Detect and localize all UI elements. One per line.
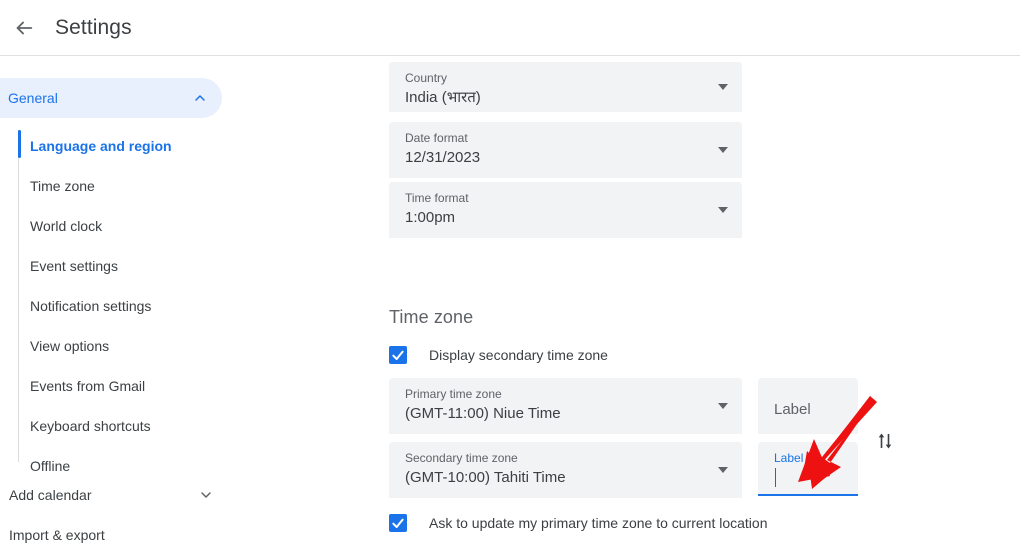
secondary-time-zone-label-input[interactable]: Label <box>758 442 858 496</box>
ask-update-time-zone-label: Ask to update my primary time zone to cu… <box>429 515 768 531</box>
primary-label-placeholder: Label <box>774 401 811 418</box>
chevron-down-icon[interactable] <box>196 485 216 505</box>
back-button[interactable] <box>0 4 48 52</box>
settings-page: Settings General Language and region Tim… <box>0 0 1020 558</box>
sidebar-item-label: Add calendar <box>9 487 92 503</box>
dropdown-arrow-icon[interactable] <box>718 467 728 473</box>
secondary-time-zone-value: (GMT-10:00) Tahiti Time <box>405 469 566 486</box>
sidebar-section-general[interactable]: General <box>0 78 222 118</box>
sidebar-item-label: Keyboard shortcuts <box>30 418 151 434</box>
sidebar-item-keyboard-shortcuts[interactable]: Keyboard shortcuts <box>0 406 378 446</box>
sidebar-item-label: Import & export <box>9 527 105 543</box>
settings-content: Country India (भारत) Date format 12/31/2… <box>378 57 1020 558</box>
sidebar-section-general-label: General <box>8 90 58 106</box>
sidebar-item-label: Event settings <box>30 258 118 274</box>
app-header: Settings <box>0 0 1020 56</box>
checkmark-icon <box>392 350 404 360</box>
sidebar-item-label: View options <box>30 338 110 354</box>
sidebar-subnav: Language and region Time zone World cloc… <box>0 126 378 486</box>
dropdown-arrow-icon[interactable] <box>718 403 728 409</box>
swap-vertical-icon[interactable] <box>873 429 897 453</box>
sidebar-bottom-nav: Add calendar Import & export <box>0 475 378 555</box>
secondary-label-floating-label: Label <box>774 451 804 465</box>
display-secondary-time-zone-row[interactable]: Display secondary time zone <box>389 346 608 364</box>
time-format-select-value: 1:00pm <box>405 209 456 226</box>
sidebar-item-events-from-gmail[interactable]: Events from Gmail <box>0 366 378 406</box>
sidebar-item-language-and-region[interactable]: Language and region <box>0 126 378 166</box>
sidebar-item-notification-settings[interactable]: Notification settings <box>0 286 378 326</box>
country-select-value: India (भारत) <box>405 89 481 106</box>
time-format-select-label: Time format <box>405 191 469 205</box>
primary-time-zone-label: Primary time zone <box>405 387 502 401</box>
dropdown-arrow-icon[interactable] <box>718 207 728 213</box>
country-select-label: Country <box>405 71 448 85</box>
arrow-left-icon <box>13 17 35 39</box>
display-secondary-time-zone-checkbox[interactable] <box>389 346 407 364</box>
dropdown-arrow-icon[interactable] <box>718 147 728 153</box>
country-select[interactable]: Country India (भारत) <box>389 62 742 112</box>
settings-sidebar: General Language and region Time zone Wo… <box>0 57 378 558</box>
sidebar-item-label: Language and region <box>30 138 172 154</box>
sidebar-item-label: Notification settings <box>30 298 152 314</box>
time-format-select[interactable]: Time format 1:00pm <box>389 182 742 238</box>
date-format-select-value: 12/31/2023 <box>405 149 481 166</box>
primary-time-zone-select[interactable]: Primary time zone (GMT-11:00) Niue Time <box>389 378 742 434</box>
page-title: Settings <box>55 16 132 39</box>
sidebar-item-event-settings[interactable]: Event settings <box>0 246 378 286</box>
display-secondary-time-zone-label: Display secondary time zone <box>429 347 608 363</box>
sidebar-item-label: World clock <box>30 218 103 234</box>
chevron-up-icon[interactable] <box>190 88 210 108</box>
sidebar-item-label: Events from Gmail <box>30 378 146 394</box>
text-caret <box>775 468 776 487</box>
ask-update-time-zone-checkbox[interactable] <box>389 514 407 532</box>
sidebar-item-import-export[interactable]: Import & export <box>0 515 378 555</box>
secondary-time-zone-label: Secondary time zone <box>405 451 518 465</box>
secondary-time-zone-select[interactable]: Secondary time zone (GMT-10:00) Tahiti T… <box>389 442 742 498</box>
dropdown-arrow-icon[interactable] <box>718 84 728 90</box>
primary-time-zone-value: (GMT-11:00) Niue Time <box>405 405 561 422</box>
sidebar-item-add-calendar[interactable]: Add calendar <box>0 475 378 515</box>
primary-time-zone-label-input[interactable]: Label <box>758 378 858 434</box>
date-format-select-label: Date format <box>405 131 468 145</box>
sidebar-item-view-options[interactable]: View options <box>0 326 378 366</box>
sidebar-item-label: Time zone <box>30 178 95 194</box>
checkmark-icon <box>392 518 404 528</box>
date-format-select[interactable]: Date format 12/31/2023 <box>389 122 742 178</box>
sidebar-item-world-clock[interactable]: World clock <box>0 206 378 246</box>
ask-update-time-zone-row[interactable]: Ask to update my primary time zone to cu… <box>389 514 767 532</box>
sidebar-item-time-zone[interactable]: Time zone <box>0 166 378 206</box>
sidebar-item-label: Offline <box>30 458 71 474</box>
time-zone-section-heading: Time zone <box>389 307 474 327</box>
